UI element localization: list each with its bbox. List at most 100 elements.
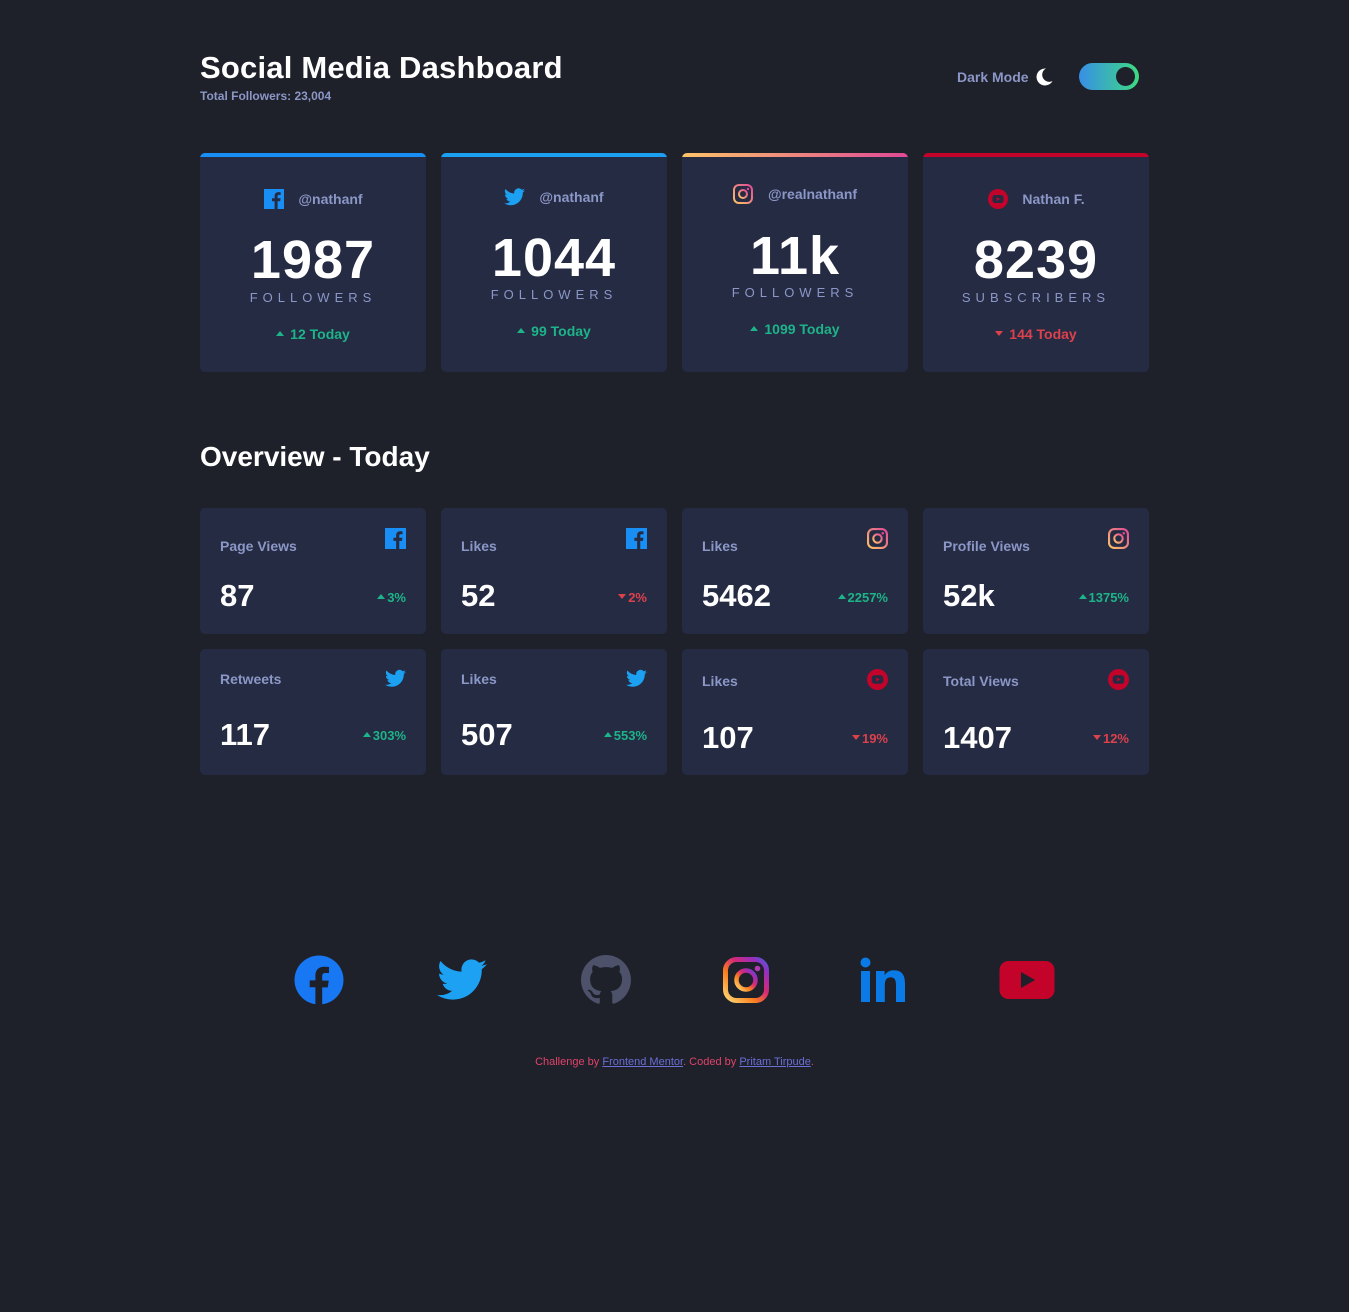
follower-delta: 99 Today — [441, 323, 667, 339]
overview-percent: 2% — [618, 590, 647, 605]
instagram-icon — [1108, 528, 1129, 549]
follower-card-twitter[interactable]: @nathanf 1044 FOLLOWERS 99 Today — [441, 153, 667, 372]
page-title: Social Media Dashboard — [200, 50, 563, 85]
account-handle: @nathanf — [539, 188, 604, 205]
overview-label: Profile Views — [943, 538, 1030, 554]
follower-count: 1044 — [491, 228, 617, 288]
frontend-mentor-link[interactable]: Frontend Mentor — [602, 1056, 683, 1068]
arrow-up-icon — [837, 594, 846, 600]
overview-percent: 19% — [851, 731, 888, 746]
follower-card-facebook[interactable]: @nathanf 1987 FOLLOWERS 12 Today — [200, 153, 426, 372]
overview-value: 507 — [461, 717, 513, 752]
card-header: @realnathanf — [682, 183, 908, 204]
arrow-down-icon — [995, 330, 1004, 336]
arrow-up-icon — [603, 732, 612, 738]
footer-youtube-link[interactable] — [999, 953, 1055, 1007]
youtube-icon — [999, 961, 1055, 999]
follower-count: 8239 — [973, 230, 1099, 290]
overview-value: 107 — [702, 720, 754, 755]
overview-percent: 3% — [377, 590, 406, 605]
follower-label: SUBSCRIBERS — [961, 290, 1111, 305]
overview-percent: 12% — [1092, 731, 1129, 746]
overview-label: Retweets — [220, 671, 282, 687]
linkedin-icon — [860, 957, 905, 1002]
arrow-up-icon — [362, 732, 371, 738]
follower-delta: 12 Today — [200, 326, 426, 342]
overview-value: 117 — [220, 717, 271, 752]
overview-label: Likes — [461, 538, 497, 554]
instagram-icon — [733, 183, 754, 204]
youtube-icon — [987, 188, 1008, 209]
follower-label: FOLLOWERS — [490, 287, 618, 302]
twitter-icon — [504, 186, 526, 207]
overview-value: 1407 — [943, 720, 1012, 755]
facebook-icon — [294, 955, 344, 1005]
overview-card-twitter-likes[interactable]: Likes 507 553% — [441, 649, 667, 775]
overview-card-page-views[interactable]: Page Views 87 3% — [200, 508, 426, 634]
overview-percent: 1375% — [1078, 590, 1129, 605]
overview-percent: 553% — [603, 728, 647, 743]
follower-count: 1987 — [250, 230, 376, 290]
overview-value: 87 — [220, 578, 255, 613]
dark-mode-label: Dark Mode — [957, 69, 1029, 85]
instagram-icon — [867, 528, 888, 549]
follower-card-youtube[interactable]: Nathan F. 8239 SUBSCRIBERS 144 Today — [923, 153, 1149, 372]
overview-card-retweets[interactable]: Retweets 117 303% — [200, 649, 426, 775]
follower-label: FOLLOWERS — [731, 285, 859, 300]
facebook-icon — [626, 528, 647, 549]
arrow-up-icon — [750, 325, 759, 331]
author-link[interactable]: Pritam Tirpude — [739, 1056, 811, 1068]
card-top-bar — [200, 153, 426, 157]
arrow-up-icon — [1078, 594, 1087, 600]
github-icon — [581, 955, 631, 1004]
overview-label: Likes — [702, 538, 738, 554]
overview-card-instagram-likes[interactable]: Likes 5462 2257% — [682, 508, 908, 634]
twitter-icon — [626, 669, 647, 687]
dark-mode-toggle[interactable] — [1079, 63, 1139, 90]
card-top-bar — [682, 153, 908, 157]
overview-card-facebook-likes[interactable]: Likes 52 2% — [441, 508, 667, 634]
follower-delta: 144 Today — [923, 326, 1149, 342]
overview-value: 5462 — [702, 578, 771, 613]
footer-facebook-link[interactable] — [291, 953, 347, 1007]
twitter-icon — [385, 669, 406, 687]
arrow-up-icon — [377, 594, 386, 600]
overview-value: 52 — [461, 578, 496, 613]
account-handle: Nathan F. — [1022, 190, 1085, 207]
footer-twitter-link[interactable] — [434, 953, 490, 1007]
youtube-icon — [1108, 669, 1129, 690]
total-followers: Total Followers: 23,004 — [200, 89, 332, 103]
overview-percent: 303% — [362, 728, 406, 743]
card-top-bar — [923, 153, 1149, 157]
overview-label: Likes — [702, 673, 738, 689]
footer-instagram-link[interactable] — [718, 953, 774, 1007]
overview-value: 52k — [943, 578, 995, 613]
account-handle: @nathanf — [298, 190, 363, 207]
overview-percent: 2257% — [837, 590, 888, 605]
follower-card-instagram[interactable]: @realnathanf 11k FOLLOWERS 1099 Today — [682, 153, 908, 372]
overview-label: Total Views — [943, 673, 1019, 689]
footer-linkedin-link[interactable] — [855, 953, 911, 1007]
arrow-up-icon — [276, 330, 285, 336]
overview-label: Likes — [461, 671, 497, 687]
card-top-bar — [441, 153, 667, 157]
arrow-down-icon — [851, 735, 860, 741]
overview-card-profile-views[interactable]: Profile Views 52k 1375% — [923, 508, 1149, 634]
overview-card-youtube-likes[interactable]: Likes 107 19% — [682, 649, 908, 775]
overview-label: Page Views — [220, 538, 297, 554]
overview-title: Overview - Today — [200, 441, 430, 472]
instagram-icon — [723, 957, 769, 1003]
follower-label: FOLLOWERS — [249, 290, 377, 305]
moon-icon — [1036, 68, 1053, 86]
footer-github-link[interactable] — [578, 953, 634, 1007]
arrow-down-icon — [618, 594, 627, 600]
follower-delta: 1099 Today — [682, 321, 908, 337]
arrow-up-icon — [517, 327, 526, 333]
dark-mode-control: Dark Mode — [957, 64, 1054, 90]
youtube-icon — [867, 669, 888, 690]
twitter-icon — [437, 959, 487, 1000]
facebook-icon — [263, 188, 284, 209]
card-header: @nathanf — [200, 188, 426, 209]
overview-card-total-views[interactable]: Total Views 1407 12% — [923, 649, 1149, 775]
account-handle: @realnathanf — [767, 185, 858, 202]
